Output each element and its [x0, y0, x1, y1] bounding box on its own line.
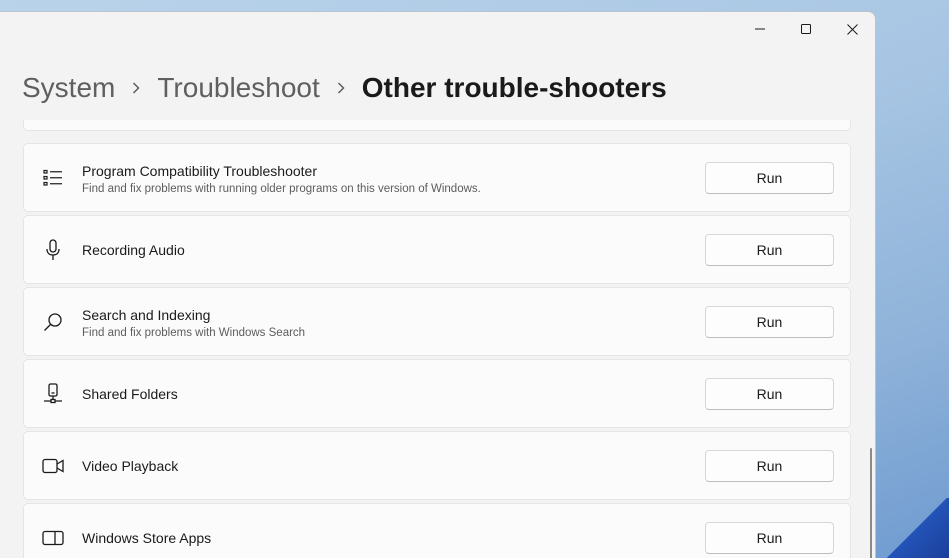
item-title: Video Playback: [82, 458, 179, 474]
run-search-indexing-button[interactable]: Run: [705, 306, 834, 338]
breadcrumb-troubleshoot[interactable]: Troubleshoot: [157, 72, 319, 104]
item-texts: Video Playback: [82, 458, 178, 474]
list-item-partial: [23, 120, 851, 131]
run-video-playback-button[interactable]: Run: [705, 450, 834, 482]
list-item-program-compatibility: Program Compatibility Troubleshooter Fin…: [23, 143, 851, 212]
run-windows-store-apps-button[interactable]: Run: [705, 522, 834, 554]
troubleshooter-list: Program Compatibility Troubleshooter Fin…: [23, 120, 851, 558]
item-description: Find and fix problems with Windows Searc…: [82, 327, 306, 339]
list-item-windows-store-apps: Windows Store Apps Run: [23, 503, 851, 558]
page-title: Other trouble-shooters: [361, 72, 667, 103]
item-texts: Search and Indexing Find and fix problem…: [82, 307, 305, 339]
item-title: Windows Store Apps: [82, 530, 212, 546]
close-icon: [846, 23, 858, 35]
close-button[interactable]: [829, 12, 875, 46]
item-texts: Recording Audio: [82, 242, 185, 258]
item-texts: Windows Store Apps: [82, 530, 211, 546]
list-icon: [40, 166, 66, 190]
caption-buttons: [737, 12, 875, 46]
vertical-scrollbar[interactable]: [870, 448, 872, 558]
run-shared-folders-button[interactable]: Run: [705, 378, 834, 410]
minimize-button[interactable]: [737, 12, 783, 46]
run-program-compatibility-button[interactable]: Run: [705, 162, 834, 194]
list-item-video-playback: Video Playback Run: [23, 431, 851, 500]
item-title: Recording Audio: [82, 242, 185, 258]
run-recording-audio-button[interactable]: Run: [705, 234, 834, 266]
minimize-icon: [755, 28, 765, 30]
item-texts: Program Compatibility Troubleshooter Fin…: [82, 163, 481, 195]
breadcrumb: System Troubleshoot Other trouble-shoote…: [22, 70, 667, 106]
app-window-icon: [40, 526, 66, 550]
item-description: Find and fix problems with running older…: [82, 183, 481, 195]
network-drive-icon: [40, 382, 66, 406]
video-camera-icon: [40, 454, 66, 478]
item-title: Search and Indexing: [82, 307, 211, 323]
item-title: Shared Folders: [82, 386, 178, 402]
chevron-right-icon: [115, 81, 157, 95]
list-item-search-indexing: Search and Indexing Find and fix problem…: [23, 287, 851, 356]
item-texts: Shared Folders: [82, 386, 178, 402]
maximize-icon: [801, 24, 811, 34]
breadcrumb-system[interactable]: System: [22, 72, 115, 104]
chevron-right-icon: [320, 81, 362, 95]
maximize-button[interactable]: [783, 12, 829, 46]
settings-window: System Troubleshoot Other trouble-shoote…: [0, 11, 876, 558]
item-title: Program Compatibility Troubleshooter: [82, 163, 317, 179]
list-item-recording-audio: Recording Audio Run: [23, 215, 851, 284]
list-item-shared-folders: Shared Folders Run: [23, 359, 851, 428]
wallpaper-accent: [869, 498, 949, 558]
microphone-icon: [40, 238, 66, 262]
search-icon: [40, 310, 66, 334]
